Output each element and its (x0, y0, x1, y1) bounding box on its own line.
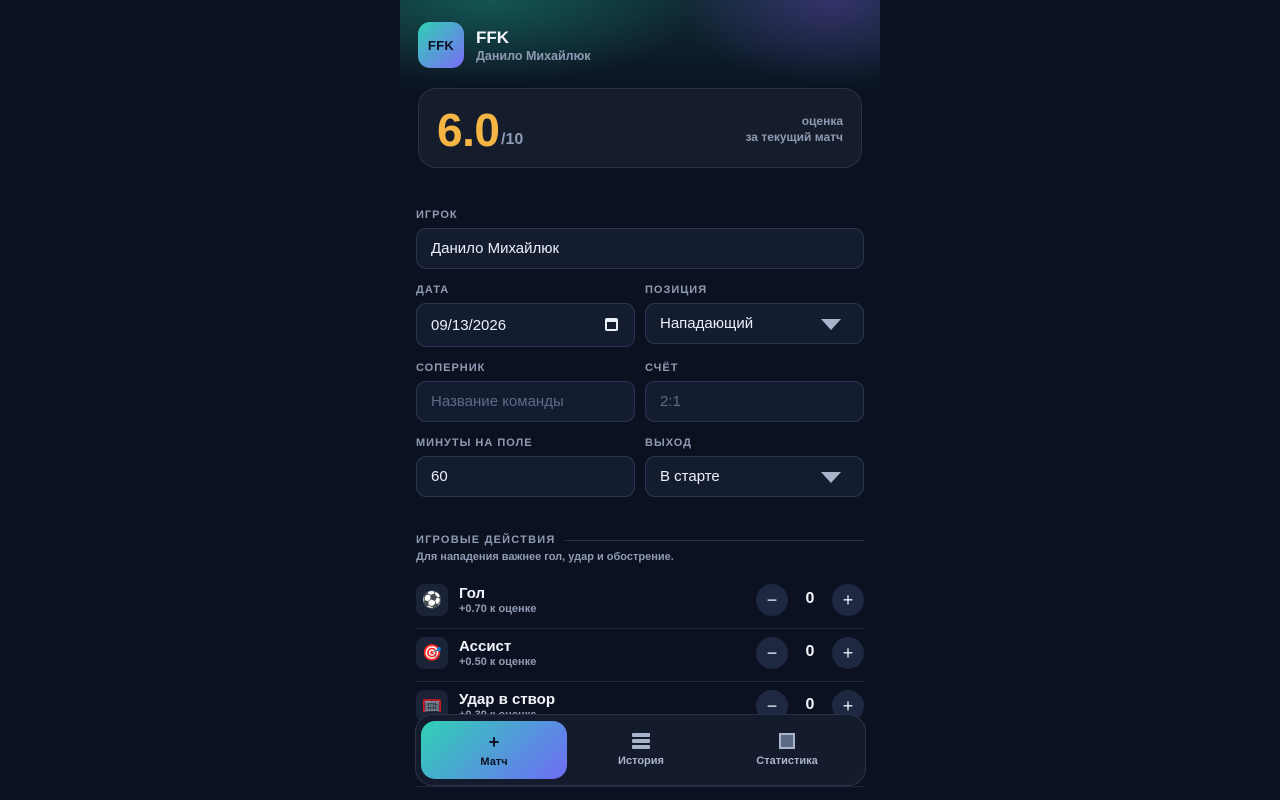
action-name: Ассист (459, 638, 512, 655)
list-icon (632, 733, 650, 749)
rating-caption: оценка за текущий матч (746, 113, 844, 145)
app-title: FFK (476, 28, 510, 47)
bottom-nav: + Матч История Статистика (415, 714, 866, 786)
nav-label-match: Матч (480, 756, 508, 768)
increment-button[interactable]: + (832, 637, 864, 669)
entry-select[interactable]: В старте (645, 456, 864, 497)
app-logo: FFK (418, 22, 464, 68)
actions-title: ИГРОВЫЕ ДЕЙСТВИЯ (416, 534, 556, 546)
action-name: Гол (459, 585, 486, 602)
entry-select-value: В старте (660, 468, 720, 485)
player-input[interactable]: Данило Михайлюк (416, 228, 864, 269)
nav-item-stats[interactable]: Статистика (714, 721, 860, 779)
minutes-label: МИНУТЫ НА ПОЛЕ (416, 437, 533, 449)
action-count: 0 (805, 643, 815, 660)
position-select[interactable]: Нападающий (645, 303, 864, 344)
score-placeholder: 2:1 (660, 393, 681, 410)
section-divider (565, 539, 864, 541)
nav-item-match[interactable]: + Матч (421, 721, 567, 779)
stats-icon (779, 733, 795, 749)
opponent-placeholder: Название команды (431, 393, 564, 410)
minutes-input-value: 60 (431, 468, 448, 485)
score-label: СЧЁТ (645, 362, 679, 374)
action-bonus: +0.70 к оценке (459, 603, 537, 615)
score-input[interactable]: 2:1 (645, 381, 864, 422)
header-background (400, 0, 880, 100)
action-name: Удар в створ (459, 691, 556, 708)
date-input-value: 09/13/2026 (431, 316, 507, 334)
target-icon: 🎯 (416, 637, 448, 669)
action-count: 0 (805, 590, 815, 607)
rating-caption-line2: за текущий матч (745, 130, 844, 144)
action-bonus: +0.50 к оценке (459, 656, 537, 668)
minutes-input[interactable]: 60 (416, 456, 635, 497)
calendar-icon[interactable] (605, 318, 618, 331)
chevron-down-icon (821, 319, 841, 330)
player-name-subtitle: Данило Михайлюк (476, 49, 591, 63)
row-divider (416, 786, 864, 787)
rating-max: /10 (501, 131, 524, 148)
opponent-label: СОПЕРНИК (416, 362, 486, 374)
nav-label-stats: Статистика (756, 755, 818, 767)
nav-item-history[interactable]: История (568, 721, 714, 779)
soccer-ball-icon: ⚽ (416, 584, 448, 616)
decrement-button[interactable]: − (756, 584, 788, 616)
entry-label: ВЫХОД (645, 437, 693, 449)
date-input[interactable]: 09/13/2026 (416, 303, 635, 347)
action-row-goal: ⚽ Гол +0.70 к оценке − 0 + (416, 576, 864, 629)
opponent-input[interactable]: Название команды (416, 381, 635, 422)
position-label: ПОЗИЦИЯ (645, 284, 708, 296)
decrement-button[interactable]: − (756, 637, 788, 669)
rating-value: 6.0 (437, 104, 500, 156)
rating-caption-line1: оценка (801, 114, 843, 128)
increment-button[interactable]: + (832, 584, 864, 616)
player-label: ИГРОК (416, 209, 458, 221)
actions-section-header: ИГРОВЫЕ ДЕЙСТВИЯ (416, 534, 864, 546)
actions-hint: Для нападения важнее гол, удар и обостре… (416, 551, 674, 563)
player-input-value: Данило Михайлюк (431, 240, 560, 257)
action-count: 0 (805, 696, 815, 713)
action-row-assist: 🎯 Ассист +0.50 к оценке − 0 + (416, 629, 864, 682)
position-select-value: Нападающий (660, 315, 754, 332)
chevron-down-icon (821, 472, 841, 483)
date-label: ДАТА (416, 284, 450, 296)
app-screen: FFK FFK Данило Михайлюк 6.0 /10 оценка з… (400, 0, 880, 800)
plus-icon: + (488, 732, 500, 752)
rating-card: 6.0 /10 оценка за текущий матч (418, 88, 862, 168)
nav-label-history: История (618, 755, 664, 767)
